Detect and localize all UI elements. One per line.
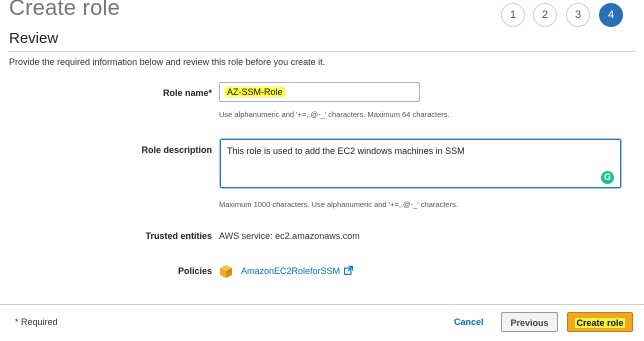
footer-bar: * Required Cancel Previous Create role	[0, 304, 644, 341]
step-1[interactable]: 1	[501, 3, 525, 27]
role-name-value: AZ-SSM-Role	[225, 87, 285, 97]
step-2[interactable]: 2	[533, 3, 557, 27]
section-divider	[8, 51, 636, 52]
role-name-hint: Use alphanumeric and '+=,.@-_' character…	[219, 110, 450, 119]
previous-button[interactable]: Previous	[501, 312, 558, 332]
role-description-textarea[interactable]: This role is used to add the EC2 windows…	[220, 139, 621, 188]
role-description-label: Role description	[141, 145, 212, 155]
grammarly-icon[interactable]: G	[601, 171, 614, 184]
external-link-icon[interactable]	[344, 266, 353, 275]
trusted-entities-value: AWS service: ec2.amazonaws.com	[219, 231, 360, 241]
create-role-button[interactable]: Create role	[567, 312, 633, 332]
role-name-input[interactable]: AZ-SSM-Role	[219, 82, 420, 102]
page-title: Create role	[9, 0, 121, 20]
role-name-label: Role name*	[162, 88, 212, 98]
create-role-page: Create role 1 2 3 4 Review Provide the r…	[0, 0, 644, 341]
role-description-hint: Maximum 1000 characters. Use alphanumeri…	[219, 200, 458, 209]
policy-cube-icon	[220, 265, 232, 278]
required-note: * Required	[15, 317, 58, 327]
review-description: Provide the required information below a…	[9, 57, 326, 67]
step-3[interactable]: 3	[566, 3, 590, 27]
policy-link[interactable]: AmazonEC2RoleforSSM	[241, 266, 340, 276]
trusted-entities-label: Trusted entities	[145, 231, 212, 241]
section-title-review: Review	[9, 30, 59, 47]
step-4-current: 4	[599, 3, 623, 27]
policies-label: Policies	[177, 266, 212, 276]
role-description-value: This role is used to add the EC2 windows…	[227, 146, 465, 156]
cancel-link[interactable]: Cancel	[454, 317, 484, 327]
create-role-label: Create role	[575, 318, 625, 328]
